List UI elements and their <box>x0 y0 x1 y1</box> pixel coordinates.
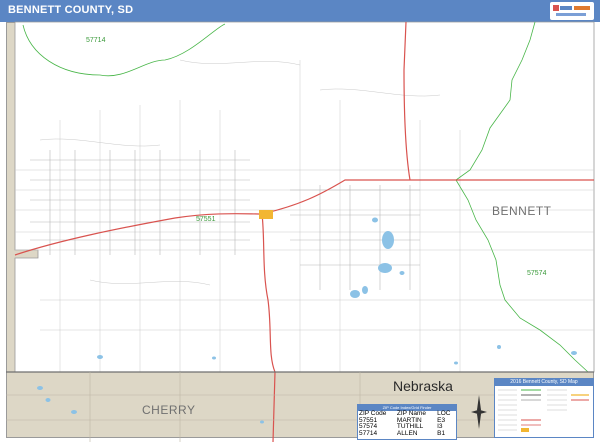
county-seat-marker <box>259 210 273 219</box>
zip-label-57551: 57551 <box>196 216 216 223</box>
zip-table-row: 57714 ALLEN B1 <box>358 429 456 438</box>
legend-title: 2016 Bennett County, SD Map <box>495 379 593 386</box>
neighbor-county-label: CHERRY <box>142 403 196 417</box>
compass-rose-icon <box>471 395 487 429</box>
zip-loc-cell: B1 <box>437 429 446 437</box>
zip-name-cell: ALLEN <box>396 429 418 437</box>
state-label: Nebraska <box>393 378 453 394</box>
zip-label-57714: 57714 <box>86 37 106 44</box>
zip-label-57574: 57574 <box>527 270 547 277</box>
legend-symbols <box>498 389 589 432</box>
map-legend: 2016 Bennett County, SD Map <box>494 378 594 438</box>
county-area <box>14 21 595 373</box>
county-label: BENNETT <box>492 204 552 218</box>
zip-index-table: ZIP Code Index/Grid Finder ZIP Code ZIP … <box>357 404 457 440</box>
map-canvas <box>6 21 595 442</box>
zip-code-cell: 57714 <box>359 429 378 437</box>
